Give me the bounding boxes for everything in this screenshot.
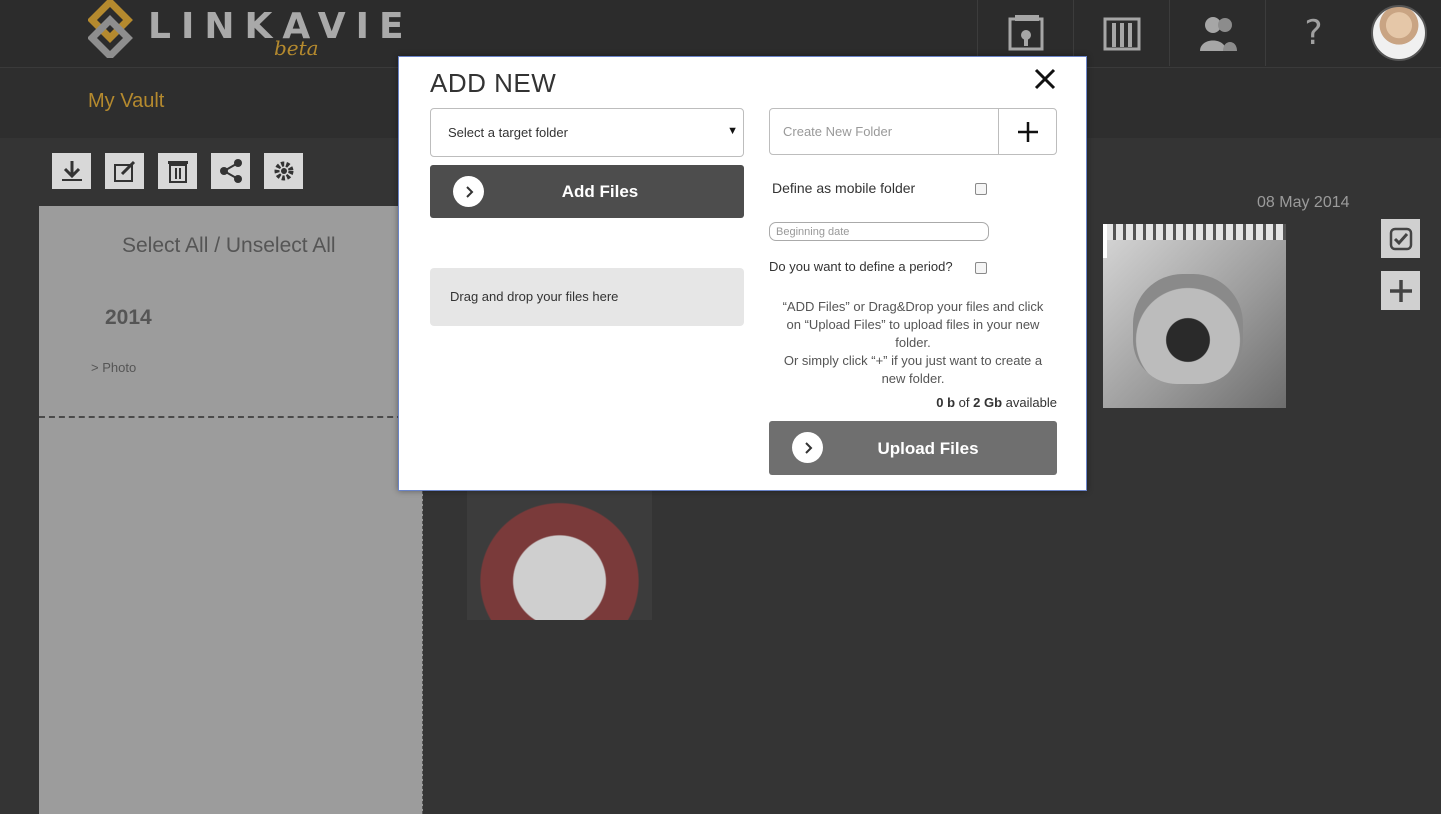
- logo[interactable]: LINKAVIE beta program: [88, 0, 404, 84]
- new-folder-group: [769, 108, 1057, 155]
- add-files-label: Add Files: [561, 182, 639, 201]
- quota-suffix: available: [1005, 395, 1057, 410]
- help-line: “ADD Files” or Drag&Drop your files and …: [782, 299, 1044, 350]
- chevron-down-icon: ▼: [727, 125, 738, 137]
- help-nav-button[interactable]: ?: [1265, 0, 1361, 66]
- share-button[interactable]: [211, 153, 250, 189]
- thumbnail-image-detail: [1103, 224, 1286, 240]
- add-files-button[interactable]: Add Files: [430, 165, 744, 218]
- folder-item-photo[interactable]: > Photo: [91, 360, 136, 375]
- close-icon[interactable]: [1033, 67, 1057, 91]
- share-icon: [219, 159, 242, 183]
- help-text: “ADD Files” or Drag&Drop your files and …: [779, 298, 1047, 388]
- settings-button[interactable]: [264, 153, 303, 189]
- thumbnail-image-subject: [1133, 274, 1243, 384]
- logo-mark-icon: [88, 0, 133, 58]
- file-dropzone[interactable]: Drag and drop your files here: [430, 268, 744, 326]
- photo-vault-icon: [1008, 15, 1043, 51]
- mobile-folder-label: Define as mobile folder: [772, 180, 916, 196]
- photo-thumbnail[interactable]: [467, 490, 652, 620]
- new-folder-input[interactable]: [770, 109, 998, 154]
- help-icon: ?: [1304, 13, 1323, 53]
- quota-total: 2 Gb: [973, 395, 1003, 410]
- quota-of: of: [958, 395, 970, 410]
- checkbox-check-icon: [1389, 227, 1412, 250]
- drop-divider: [39, 416, 423, 418]
- delete-icon: [167, 161, 188, 183]
- users-nav-button[interactable]: [1169, 0, 1265, 66]
- select-all-toggle[interactable]: Select All / Unselect All: [122, 234, 336, 258]
- edit-button[interactable]: [105, 153, 144, 189]
- period-checkbox[interactable]: [975, 262, 987, 274]
- settings-icon: [274, 161, 293, 181]
- year-heading: 2014: [105, 306, 152, 329]
- edit-icon: [113, 160, 135, 182]
- select-mode-button[interactable]: [1381, 219, 1420, 258]
- users-icon: [1199, 17, 1237, 51]
- tools-nav-button[interactable]: [1073, 0, 1169, 66]
- tools-icon: [1103, 17, 1140, 51]
- action-toolbar: [52, 153, 303, 189]
- quota-used: 0 b: [936, 395, 956, 410]
- plus-icon: [1389, 279, 1412, 302]
- upload-files-button[interactable]: Upload Files: [769, 421, 1057, 475]
- folder-panel: Select All / Unselect All 2014 > Photo: [39, 206, 423, 814]
- delete-button[interactable]: [158, 153, 197, 189]
- period-label: Do you want to define a period?: [769, 259, 953, 274]
- add-new-modal: ADD NEW Select a target folder ▼ Add Fil…: [398, 56, 1087, 491]
- help-line: Or simply click “+” if you just want to …: [783, 353, 1043, 386]
- modal-title: ADD NEW: [430, 68, 557, 98]
- storage-quota: 0 b of 2 Gb available: [769, 395, 1057, 410]
- plus-icon: [1017, 121, 1038, 142]
- target-folder-value: Select a target folder: [448, 125, 568, 140]
- gallery-date: 08 May 2014: [1257, 194, 1350, 211]
- page-title[interactable]: My Vault: [88, 90, 164, 113]
- dropzone-label: Drag and drop your files here: [450, 289, 619, 304]
- download-icon: [61, 161, 82, 181]
- avatar[interactable]: [1371, 5, 1427, 61]
- create-folder-button[interactable]: [998, 109, 1056, 154]
- upload-files-label: Upload Files: [877, 439, 979, 458]
- add-new-button[interactable]: [1381, 271, 1420, 310]
- target-folder-select[interactable]: Select a target folder ▼: [430, 108, 744, 157]
- photo-thumbnail[interactable]: [1103, 224, 1286, 408]
- mobile-folder-checkbox[interactable]: [975, 183, 987, 195]
- selection-marker: [1103, 224, 1107, 258]
- download-button[interactable]: [52, 153, 91, 189]
- beginning-date-input[interactable]: [769, 222, 989, 241]
